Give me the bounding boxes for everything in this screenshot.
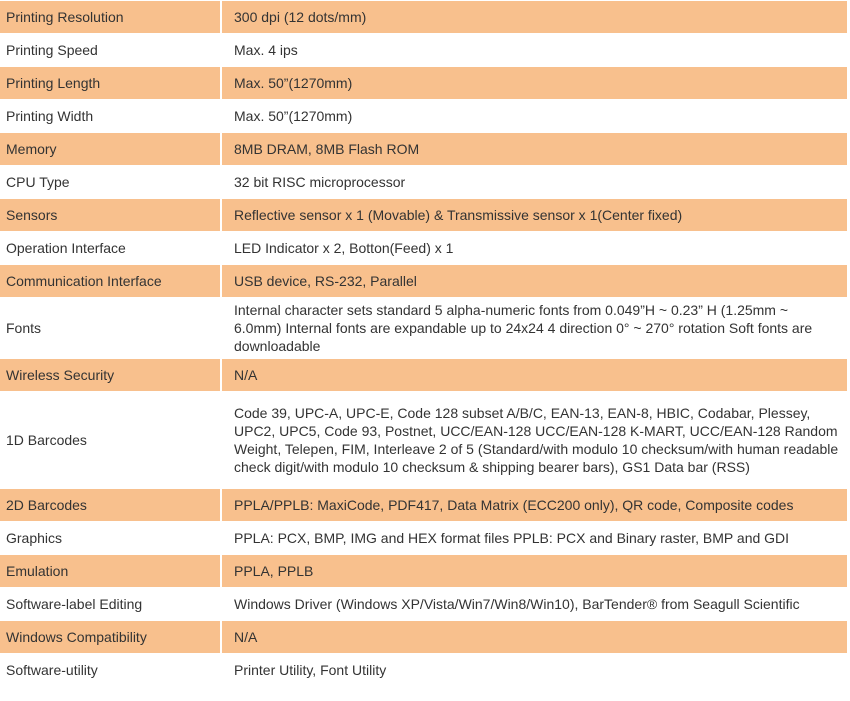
spec-value: Reflective sensor x 1 (Movable) & Transm… [222,199,847,232]
spec-value: PPLA: PCX, BMP, IMG and HEX format files… [222,522,847,555]
spec-row-emulation: Emulation PPLA, PPLB [0,555,847,588]
spec-row-wireless-security: Wireless Security N/A [0,359,847,392]
spec-label: Software-utility [0,654,222,687]
spec-value: N/A [222,621,847,654]
spec-row-fonts: Fonts Internal character sets standard 5… [0,298,847,359]
spec-row-sensors: Sensors Reflective sensor x 1 (Movable) … [0,199,847,232]
spec-label: CPU Type [0,166,222,199]
spec-label: 1D Barcodes [0,392,222,489]
spec-label: Printing Speed [0,34,222,67]
spec-row-communication-interface: Communication Interface USB device, RS-2… [0,265,847,298]
spec-label: Fonts [0,298,222,359]
spec-label: Emulation [0,555,222,588]
spec-row-cpu-type: CPU Type 32 bit RISC microprocessor [0,166,847,199]
spec-row-printing-speed: Printing Speed Max. 4 ips [0,34,847,67]
spec-row-printing-width: Printing Width Max. 50”(1270mm) [0,100,847,133]
spec-label: 2D Barcodes [0,489,222,522]
spec-value: Max. 50”(1270mm) [222,67,847,100]
spec-label: Software-label Editing [0,588,222,621]
spec-value: Printer Utility, Font Utility [222,654,847,687]
spec-row-printing-resolution: Printing Resolution 300 dpi (12 dots/mm) [0,1,847,34]
spec-row-1d-barcodes: 1D Barcodes Code 39, UPC-A, UPC-E, Code … [0,392,847,489]
spec-row-windows-compatibility: Windows Compatibility N/A [0,621,847,654]
spec-value: 300 dpi (12 dots/mm) [222,1,847,34]
spec-value: Internal character sets standard 5 alpha… [222,298,847,359]
spec-label: Operation Interface [0,232,222,265]
specifications-table: Printing Resolution 300 dpi (12 dots/mm)… [0,1,847,687]
spec-label: Memory [0,133,222,166]
spec-row-graphics: Graphics PPLA: PCX, BMP, IMG and HEX for… [0,522,847,555]
spec-value: 8MB DRAM, 8MB Flash ROM [222,133,847,166]
spec-value: 32 bit RISC microprocessor [222,166,847,199]
spec-label: Printing Length [0,67,222,100]
spec-row-2d-barcodes: 2D Barcodes PPLA/PPLB: MaxiCode, PDF417,… [0,489,847,522]
spec-value: Windows Driver (Windows XP/Vista/Win7/Wi… [222,588,847,621]
spec-value: LED Indicator x 2, Botton(Feed) x 1 [222,232,847,265]
spec-value: Max. 50”(1270mm) [222,100,847,133]
spec-label: Graphics [0,522,222,555]
specifications-body: Printing Resolution 300 dpi (12 dots/mm)… [0,1,847,687]
spec-row-operation-interface: Operation Interface LED Indicator x 2, B… [0,232,847,265]
spec-value: USB device, RS-232, Parallel [222,265,847,298]
spec-row-software-utility: Software-utility Printer Utility, Font U… [0,654,847,687]
spec-row-software-label-editing: Software-label Editing Windows Driver (W… [0,588,847,621]
spec-value: N/A [222,359,847,392]
spec-label: Wireless Security [0,359,222,392]
spec-value: PPLA, PPLB [222,555,847,588]
spec-label: Printing Resolution [0,1,222,34]
spec-label: Printing Width [0,100,222,133]
spec-value: PPLA/PPLB: MaxiCode, PDF417, Data Matrix… [222,489,847,522]
spec-label: Windows Compatibility [0,621,222,654]
spec-row-memory: Memory 8MB DRAM, 8MB Flash ROM [0,133,847,166]
spec-value: Code 39, UPC-A, UPC-E, Code 128 subset A… [222,392,847,489]
spec-value: Max. 4 ips [222,34,847,67]
spec-label: Sensors [0,199,222,232]
spec-row-printing-length: Printing Length Max. 50”(1270mm) [0,67,847,100]
spec-label: Communication Interface [0,265,222,298]
